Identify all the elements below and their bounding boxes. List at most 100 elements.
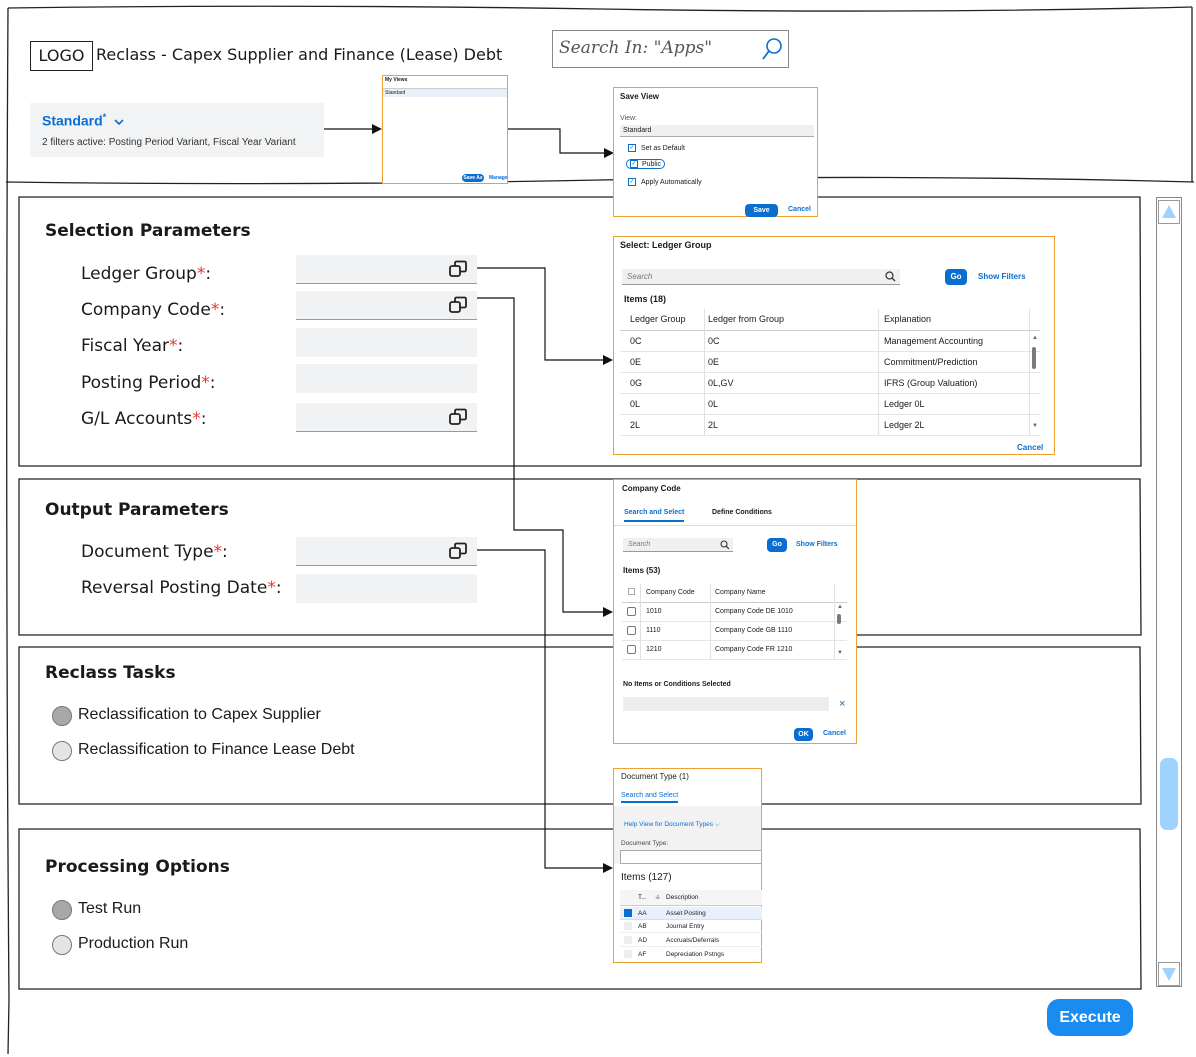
tab-define-conditions[interactable]: Define Conditions bbox=[712, 509, 772, 516]
document-type-popup: Document Type (1) Search and Select Help… bbox=[613, 768, 762, 963]
table-row[interactable]: AF Depreciation Pstngs bbox=[620, 948, 762, 961]
go-button[interactable]: Go bbox=[767, 538, 787, 552]
ledger-group-popup: Select: Ledger Group Search Go Show Filt… bbox=[613, 236, 1055, 455]
value-help-icon[interactable] bbox=[448, 408, 468, 430]
manage-link[interactable]: Manage bbox=[489, 175, 508, 181]
doctype-popup-title: Document Type (1) bbox=[621, 772, 689, 781]
sketch-frames bbox=[5, 5, 1195, 1055]
show-filters-link[interactable]: Show Filters bbox=[796, 541, 838, 548]
ok-button[interactable]: OK bbox=[794, 728, 813, 741]
posting-period-label: Posting Period*: bbox=[81, 373, 216, 393]
radio-capex-supplier[interactable] bbox=[52, 706, 72, 726]
search-icon[interactable] bbox=[720, 540, 730, 550]
table-row[interactable]: 0C 0C Management Accounting bbox=[620, 331, 1040, 352]
my-views-title: My Views bbox=[385, 77, 408, 83]
doctype-items-count: Items (127) bbox=[621, 872, 672, 883]
my-views-item[interactable]: Standard bbox=[383, 88, 507, 97]
apply-auto-checkbox[interactable]: ✓ Apply Automatically bbox=[628, 178, 702, 186]
tab-search-and-select[interactable]: Search and Select bbox=[624, 509, 685, 522]
doctype-field-input[interactable] bbox=[620, 850, 762, 864]
table-scrollbar[interactable]: ▲ ▼ bbox=[1032, 335, 1038, 431]
document-type-label: Document Type*: bbox=[81, 542, 228, 562]
logo: LOGO bbox=[30, 41, 93, 71]
table-row[interactable]: 1210 Company Code FR 1210 bbox=[622, 641, 847, 660]
radio-label-production-run: Production Run bbox=[78, 935, 189, 952]
ledger-table: Ledger Group Ledger from Group Explanati… bbox=[620, 309, 1040, 436]
posting-period-input[interactable] bbox=[296, 364, 477, 393]
scroll-down-icon[interactable] bbox=[1158, 962, 1180, 986]
reversal-posting-date-input[interactable] bbox=[296, 574, 477, 603]
table-row[interactable]: AA Asset Posting bbox=[620, 907, 762, 920]
table-row[interactable]: 1010 Company Code DE 1010 bbox=[622, 603, 847, 622]
cancel-button[interactable]: Cancel bbox=[1017, 443, 1043, 452]
set-default-label: Set as Default bbox=[640, 144, 685, 152]
sort-icon[interactable]: ≙ bbox=[655, 894, 660, 902]
fiscal-year-input[interactable] bbox=[296, 328, 477, 357]
section-title-selection: Selection Parameters bbox=[45, 221, 251, 241]
table-row[interactable]: AD Accruals/Deferrals bbox=[620, 934, 762, 947]
ledger-popup-title: Select: Ledger Group bbox=[620, 240, 712, 250]
variant-name[interactable]: Standard* bbox=[42, 112, 124, 129]
tab-search-and-select[interactable]: Search and Select bbox=[621, 792, 679, 803]
save-as-button[interactable]: Save As bbox=[462, 174, 484, 182]
reversal-posting-date-label: Reversal Posting Date*: bbox=[81, 578, 282, 598]
document-type-input[interactable] bbox=[296, 537, 477, 566]
selected-tokens-field[interactable] bbox=[623, 697, 829, 711]
show-filters-link[interactable]: Show Filters bbox=[978, 272, 1026, 281]
search-icon[interactable] bbox=[760, 36, 784, 66]
section-title-reclass: Reclass Tasks bbox=[45, 663, 176, 683]
value-help-icon[interactable] bbox=[448, 260, 468, 282]
search-input[interactable]: Search In: "Apps" bbox=[552, 30, 789, 68]
set-default-checkbox[interactable]: ✓ Set as Default bbox=[628, 144, 685, 152]
ledger-search-input[interactable]: Search bbox=[622, 269, 900, 285]
table-header: T... ≙ Description bbox=[620, 890, 762, 906]
fiscal-year-label: Fiscal Year*: bbox=[81, 336, 184, 356]
company-items-count: Items (53) bbox=[623, 566, 661, 575]
table-row[interactable]: 0L 0L Ledger 0L bbox=[620, 394, 1040, 415]
column-header: Company Name bbox=[715, 589, 766, 596]
public-checkbox[interactable]: ✓ Public bbox=[626, 159, 666, 169]
value-help-icon[interactable] bbox=[448, 542, 468, 564]
page-scrollbar[interactable] bbox=[1156, 197, 1182, 987]
table-row[interactable]: 0E 0E Commitment/Prediction bbox=[620, 352, 1040, 373]
gl-accounts-label: G/L Accounts*: bbox=[81, 409, 207, 429]
view-label: View: bbox=[620, 115, 637, 122]
help-view-dropdown[interactable]: Help View for Document Types ⌵ bbox=[624, 821, 720, 829]
my-views-popup: My Views Standard Save As Manage bbox=[382, 75, 508, 184]
value-help-icon[interactable] bbox=[448, 296, 468, 318]
radio-test-run[interactable] bbox=[52, 900, 72, 920]
cancel-button[interactable]: Cancel bbox=[823, 730, 846, 737]
save-button[interactable]: Save bbox=[745, 204, 778, 217]
column-header: Description bbox=[666, 894, 699, 901]
no-items-selected-text: No Items or Conditions Selected bbox=[623, 681, 731, 688]
ledger-group-input[interactable] bbox=[296, 255, 477, 284]
table-row[interactable]: 0G 0L,GV IFRS (Group Valuation) bbox=[620, 373, 1040, 394]
gl-accounts-input[interactable] bbox=[296, 403, 477, 432]
scrollbar-thumb[interactable] bbox=[1160, 758, 1178, 830]
company-code-input[interactable] bbox=[296, 291, 477, 320]
cancel-button[interactable]: Cancel bbox=[788, 206, 811, 213]
company-search-input[interactable]: Search bbox=[623, 538, 733, 552]
radio-label-test-run: Test Run bbox=[78, 900, 142, 917]
table-scrollbar[interactable]: ▲ ▼ bbox=[837, 604, 843, 660]
scroll-up-icon[interactable] bbox=[1158, 200, 1180, 224]
ledger-items-count: Items (18) bbox=[624, 294, 667, 304]
view-name-input[interactable]: Standard bbox=[620, 125, 814, 137]
chevron-down-icon[interactable] bbox=[114, 118, 124, 126]
execute-button[interactable]: Execute bbox=[1047, 999, 1133, 1036]
search-icon[interactable] bbox=[885, 271, 896, 282]
table-row[interactable]: AB Journal Entry bbox=[620, 920, 762, 933]
variant-management[interactable]: Standard* 2 filters active: Posting Peri… bbox=[30, 103, 324, 157]
company-code-label: Company Code*: bbox=[81, 300, 226, 320]
radio-production-run[interactable] bbox=[52, 935, 72, 955]
clear-icon[interactable]: × bbox=[839, 698, 845, 710]
go-button[interactable]: Go bbox=[945, 269, 967, 285]
company-popup-title: Company Code bbox=[622, 484, 681, 493]
column-header: Company Code bbox=[646, 589, 695, 596]
table-row[interactable]: 1110 Company Code GB 1110 bbox=[622, 622, 847, 641]
table-header: Company Code Company Name bbox=[622, 584, 847, 603]
table-row[interactable]: 2L 2L Ledger 2L bbox=[620, 415, 1040, 436]
column-header: Ledger from Group bbox=[708, 314, 785, 324]
ledger-search-placeholder: Search bbox=[627, 272, 653, 281]
radio-finance-lease-debt[interactable] bbox=[52, 741, 72, 761]
